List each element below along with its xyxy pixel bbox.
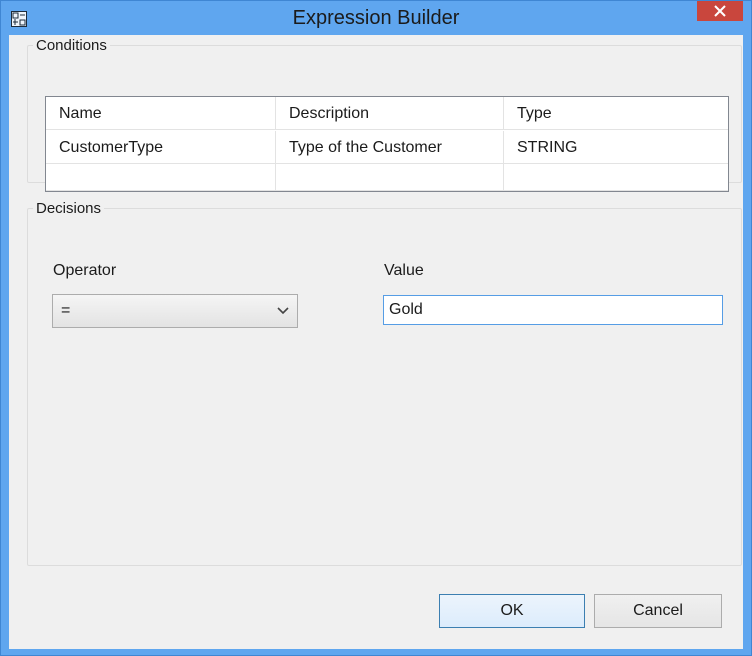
decisions-group: Decisions	[27, 200, 742, 566]
cell-name[interactable]: CustomerType	[46, 131, 276, 164]
value-input[interactable]: Gold	[383, 295, 723, 325]
cell-description[interactable]	[276, 164, 504, 191]
conditions-group-label: Conditions	[36, 37, 107, 54]
expression-builder-window: Expression Builder Conditions Name Descr…	[0, 0, 752, 656]
chevron-down-icon	[277, 307, 289, 315]
cell-type[interactable]: STRING	[504, 131, 728, 164]
ok-button[interactable]: OK	[439, 594, 585, 628]
column-header-name[interactable]: Name	[46, 97, 276, 130]
cell-type[interactable]	[504, 164, 728, 191]
column-header-type[interactable]: Type	[504, 97, 728, 130]
close-button[interactable]	[697, 1, 743, 21]
table-row-empty[interactable]	[46, 164, 728, 191]
table-row[interactable]: CustomerType Type of the Customer STRING	[46, 131, 728, 164]
operator-select[interactable]: =	[52, 294, 298, 328]
decisions-group-label: Decisions	[36, 200, 102, 217]
operator-label: Operator	[53, 262, 117, 279]
operator-selected-value: =	[61, 302, 71, 319]
cell-name[interactable]	[46, 164, 276, 191]
grid-header-row: Name Description Type	[46, 97, 728, 130]
value-label: Value	[384, 262, 424, 279]
column-header-description[interactable]: Description	[276, 97, 504, 130]
conditions-grid[interactable]: Name Description Type CustomerType Type …	[45, 96, 729, 192]
cell-description[interactable]: Type of the Customer	[276, 131, 504, 164]
cancel-button[interactable]: Cancel	[594, 594, 722, 628]
window-title: Expression Builder	[292, 7, 460, 29]
title-bar[interactable]: Expression Builder	[1, 1, 751, 35]
close-icon	[714, 5, 726, 17]
